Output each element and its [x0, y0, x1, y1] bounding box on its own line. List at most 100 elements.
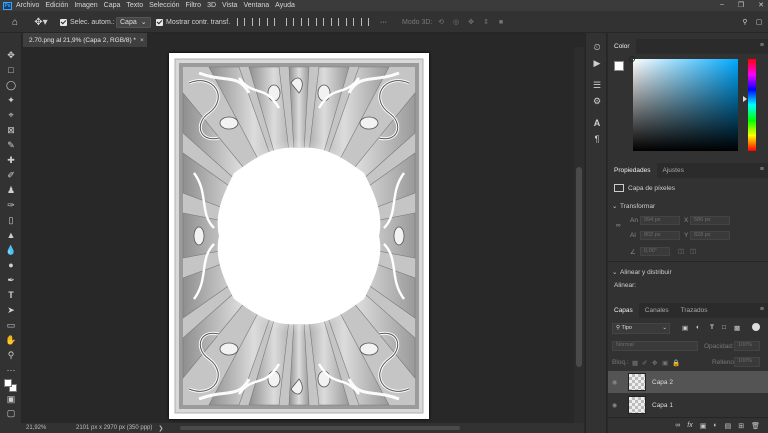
- fill-field[interactable]: 100%: [734, 357, 760, 367]
- color-picker-cursor[interactable]: [629, 56, 635, 62]
- vertical-scrollbar[interactable]: [574, 47, 584, 423]
- menu-edicion[interactable]: Edición: [45, 2, 68, 9]
- healing-brush-tool-icon[interactable]: ✚: [5, 154, 17, 166]
- hue-slider-arrow-icon[interactable]: [743, 96, 747, 102]
- menu-ayuda[interactable]: Ayuda: [275, 2, 295, 9]
- align-center-h-icon[interactable]: [251, 16, 261, 28]
- screen-mode-icon[interactable]: ▢: [5, 407, 17, 419]
- edit-toolbar-icon[interactable]: ···: [5, 364, 17, 376]
- hue-slider[interactable]: [748, 59, 756, 151]
- tab-adjustments[interactable]: Ajustes: [657, 163, 690, 178]
- filter-adjustment-icon[interactable]: ◐: [696, 324, 700, 331]
- menu-seleccion[interactable]: Selección: [149, 2, 179, 9]
- angle-field[interactable]: 0,00°: [640, 247, 670, 256]
- paragraph-panel-icon[interactable]: ¶: [591, 133, 603, 145]
- status-arrow-icon[interactable]: ❯: [158, 425, 163, 432]
- horizontal-scroll-thumb[interactable]: [180, 426, 460, 430]
- menu-3d[interactable]: 3D: [207, 2, 216, 9]
- lock-transparency-icon[interactable]: ▩: [632, 359, 638, 367]
- chevron-down-icon[interactable]: ⌄: [612, 268, 617, 276]
- visibility-eye-icon[interactable]: ◉: [612, 379, 622, 386]
- opacity-field[interactable]: 100%: [734, 341, 760, 351]
- height-field[interactable]: 802 px: [640, 231, 680, 240]
- width-field[interactable]: 994 px: [640, 216, 680, 225]
- vertical-scroll-thumb[interactable]: [576, 167, 582, 367]
- filter-pixel-icon[interactable]: ▣: [682, 324, 688, 332]
- x-field[interactable]: 586 px: [690, 216, 730, 225]
- foreground-color-swatch[interactable]: [4, 379, 12, 387]
- magic-wand-tool-icon[interactable]: ✦: [5, 94, 17, 106]
- trash-icon[interactable]: 🗑: [751, 422, 760, 430]
- 3d-scale-icon[interactable]: ■: [496, 16, 506, 28]
- group-icon[interactable]: ▤: [725, 422, 732, 430]
- layer-filter-dropdown[interactable]: ⚲ Tipo ⌄: [612, 323, 670, 334]
- more-options-icon[interactable]: ···: [380, 16, 387, 28]
- auto-select-checkbox[interactable]: Selec. autom.:: [60, 16, 115, 28]
- flip-horizontal-icon[interactable]: ◫: [678, 247, 684, 255]
- path-selection-tool-icon[interactable]: ➤: [5, 304, 17, 316]
- menu-vista[interactable]: Vista: [222, 2, 237, 9]
- filter-toggle[interactable]: [752, 323, 760, 331]
- document-tab[interactable]: 2.70.png al 21,9% (Capa 2, RGB/8) * ×: [23, 33, 147, 47]
- menu-ventana[interactable]: Ventana: [243, 2, 269, 9]
- pen-tool-icon[interactable]: ✒: [5, 274, 17, 286]
- close-tab-icon[interactable]: ×: [140, 37, 144, 44]
- auto-select-dropdown[interactable]: Capa ⌄: [116, 16, 151, 28]
- brush-settings-icon[interactable]: ☰: [591, 79, 603, 91]
- blur-tool-icon[interactable]: 💧: [5, 244, 17, 256]
- hand-tool-icon[interactable]: ✋: [5, 334, 17, 346]
- adjustments-icon[interactable]: ⚙: [591, 95, 603, 107]
- panel-menu-icon[interactable]: ≡: [760, 42, 764, 49]
- workspace-icon[interactable]: ▢: [754, 16, 764, 28]
- menu-filtro[interactable]: Filtro: [186, 2, 202, 9]
- history-brush-tool-icon[interactable]: ✑: [5, 199, 17, 211]
- new-layer-icon[interactable]: ⊞: [738, 422, 744, 430]
- move-tool-preset-icon[interactable]: ✥▾: [32, 16, 50, 28]
- lasso-tool-icon[interactable]: ◯: [5, 79, 17, 91]
- 3d-slide-icon[interactable]: ⇕: [481, 16, 491, 28]
- fx-icon[interactable]: fx: [687, 422, 692, 429]
- close-window-icon[interactable]: ✕: [758, 1, 764, 9]
- brush-tool-icon[interactable]: ✐: [5, 169, 17, 181]
- filter-smart-object-icon[interactable]: ▩: [734, 324, 740, 332]
- eyedropper-tool-icon[interactable]: ✎: [5, 139, 17, 151]
- menu-archivo[interactable]: Archivo: [16, 2, 39, 9]
- filter-shape-icon[interactable]: □: [722, 324, 726, 331]
- link-dimensions-icon[interactable]: ∞: [616, 222, 621, 229]
- 3d-roll-icon[interactable]: ◎: [451, 16, 461, 28]
- 3d-pan-icon[interactable]: ✥: [466, 16, 476, 28]
- chevron-down-icon[interactable]: ⌄: [612, 202, 617, 210]
- show-transform-checkbox[interactable]: Mostrar contr. transf.: [156, 16, 230, 28]
- visibility-eye-icon[interactable]: ◉: [612, 402, 622, 409]
- zoom-tool-icon[interactable]: ⚲: [5, 349, 17, 361]
- distribute-middle-icon[interactable]: [345, 16, 355, 28]
- rectangle-tool-icon[interactable]: ▭: [5, 319, 17, 331]
- panel-menu-icon[interactable]: ≡: [760, 166, 764, 173]
- clone-stamp-tool-icon[interactable]: ♟: [5, 184, 17, 196]
- move-tool-icon[interactable]: ✥: [5, 49, 17, 61]
- zoom-level-field[interactable]: 21,92%: [26, 425, 62, 431]
- y-field[interactable]: 828 px: [690, 231, 730, 240]
- home-icon[interactable]: ⌂: [8, 16, 22, 28]
- crop-tool-icon[interactable]: ⌖: [5, 109, 17, 121]
- search-icon[interactable]: ⚲: [740, 16, 750, 28]
- history-panel-icon[interactable]: ⏲: [591, 41, 603, 53]
- menu-imagen[interactable]: Imagen: [74, 2, 97, 9]
- tab-channels[interactable]: Canales: [639, 303, 675, 318]
- lock-position-icon[interactable]: ✥: [652, 359, 657, 367]
- character-panel-icon[interactable]: A: [591, 117, 603, 129]
- align-top-icon[interactable]: [285, 16, 295, 28]
- distribute-bottom-icon[interactable]: [360, 16, 370, 28]
- marquee-tool-icon[interactable]: □: [5, 64, 17, 76]
- flip-vertical-icon[interactable]: ◫: [690, 247, 696, 255]
- lock-all-icon[interactable]: 🔒: [672, 359, 680, 367]
- lock-artboard-icon[interactable]: ▣: [662, 359, 668, 367]
- document-canvas[interactable]: [169, 53, 429, 419]
- panel-menu-icon[interactable]: ≡: [760, 306, 764, 313]
- photoshop-logo[interactable]: Ps: [3, 1, 12, 10]
- lock-paint-icon[interactable]: ✐: [642, 359, 647, 367]
- layer-row-capa-2[interactable]: ◉ Capa 2: [608, 371, 768, 393]
- tab-paths[interactable]: Trazados: [675, 303, 714, 318]
- menu-texto[interactable]: Texto: [126, 2, 143, 9]
- distribute-top-icon[interactable]: [330, 16, 340, 28]
